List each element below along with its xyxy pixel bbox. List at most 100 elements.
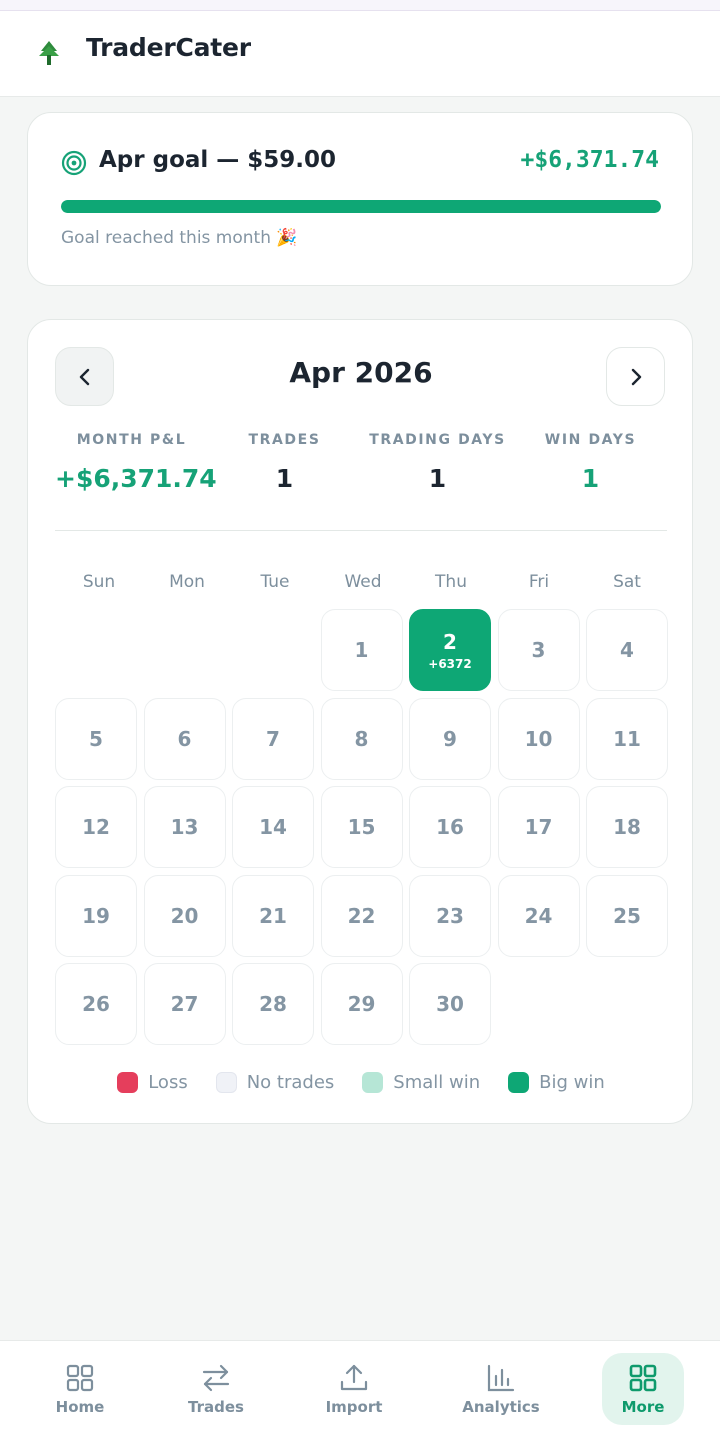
- day-number: 4: [620, 638, 634, 662]
- nav-analytics[interactable]: Analytics: [460, 1353, 542, 1425]
- calendar-day-13[interactable]: 13: [143, 786, 226, 868]
- calendar-day-11[interactable]: 11: [586, 697, 668, 780]
- stat-trading-days: TRADING DAYS 1: [361, 432, 514, 493]
- next-month-button[interactable]: [606, 347, 665, 406]
- day-number: 20: [170, 903, 199, 928]
- day-number: 19: [82, 903, 110, 928]
- bottom-navigation: Home Trades Import Analytics More: [0, 1340, 720, 1435]
- grid-icon: [66, 1364, 94, 1392]
- nav-label: Import: [325, 1398, 383, 1416]
- legend-label: Loss: [148, 1072, 188, 1093]
- day-number: 25: [613, 903, 641, 928]
- stat-month-pnl: MONTH P&L +$6,371.74: [55, 432, 217, 493]
- calendar-day-29[interactable]: 29: [320, 963, 403, 1045]
- nav-trades[interactable]: Trades: [175, 1353, 257, 1425]
- calendar-day-27[interactable]: 27: [143, 963, 226, 1045]
- nav-label: More: [621, 1398, 665, 1416]
- day-number: 29: [347, 992, 376, 1016]
- target-icon: [61, 150, 87, 176]
- weekday-label: Sat: [613, 572, 641, 592]
- legend-label: Small win: [393, 1072, 481, 1093]
- legend-swatch: [117, 1072, 139, 1093]
- stat-win-days: WIN DAYS 1: [514, 432, 667, 493]
- nav-label: Home: [55, 1398, 105, 1416]
- stat-label: WIN DAYS: [544, 432, 637, 448]
- day-number: 1: [354, 638, 369, 662]
- calendar-day-26[interactable]: 26: [55, 963, 137, 1045]
- nav-label: Analytics: [462, 1398, 540, 1416]
- calendar-day-10[interactable]: 10: [497, 697, 580, 780]
- nav-import[interactable]: Import: [313, 1353, 395, 1425]
- calendar-day-28[interactable]: 28: [232, 963, 314, 1045]
- day-number: 6: [177, 726, 192, 751]
- day-number: 7: [266, 726, 280, 751]
- month-title: Apr 2026: [289, 356, 433, 389]
- calendar-day-3[interactable]: 3: [497, 609, 580, 691]
- calendar-day-7[interactable]: 7: [232, 697, 314, 780]
- weekday-label: Tue: [260, 572, 290, 592]
- legend-swatch: [362, 1072, 384, 1093]
- calendar-day-6[interactable]: 6: [143, 697, 226, 780]
- calendar-day-15[interactable]: 15: [320, 786, 403, 868]
- day-number: 17: [524, 815, 553, 839]
- day-number: 16: [436, 815, 464, 839]
- stat-label: TRADES: [248, 432, 321, 448]
- calendar-day-16[interactable]: 16: [409, 786, 491, 868]
- day-number: 11: [613, 726, 641, 751]
- browser-top-strip: [0, 0, 720, 11]
- calendar-day-23[interactable]: 23: [409, 874, 491, 957]
- day-number: 8: [354, 726, 369, 751]
- calendar-day-30[interactable]: 30: [409, 963, 491, 1045]
- weekday-label: Fri: [528, 572, 550, 592]
- goal-title: Apr goal — $59.00: [99, 147, 337, 173]
- calendar-day-19[interactable]: 19: [55, 874, 137, 957]
- monthly-goal-card: Apr goal — $59.00 +$6,371.74 Goal reache…: [27, 112, 693, 286]
- day-number: 23: [436, 903, 464, 928]
- stats-divider: [55, 530, 667, 531]
- upload-icon: [340, 1364, 368, 1391]
- nav-home[interactable]: Home: [39, 1353, 121, 1425]
- stat-value: 1: [581, 464, 600, 493]
- weekday-label: Sun: [82, 572, 116, 592]
- day-pnl: +6372: [428, 656, 472, 671]
- app-brand[interactable]: TraderCater: [86, 33, 251, 62]
- calendar-day-17[interactable]: 17: [497, 786, 580, 868]
- calendar-day-20[interactable]: 20: [143, 874, 226, 957]
- calendar-day-9[interactable]: 9: [409, 697, 491, 780]
- weekday-header: Sun Mon Tue Wed Thu Fri Sat: [55, 572, 671, 592]
- calendar-day-5[interactable]: 5: [55, 697, 137, 780]
- stat-trades: TRADES 1: [208, 432, 361, 493]
- goal-status-note: Goal reached this month 🎉: [61, 228, 298, 248]
- calendar-day-4[interactable]: 4: [586, 609, 668, 691]
- day-number: 22: [347, 903, 376, 928]
- day-number: 24: [524, 903, 553, 928]
- legend-swatch: [508, 1072, 530, 1093]
- legend-item-loss: Loss: [117, 1072, 188, 1093]
- stat-value: 1: [428, 464, 447, 493]
- calendar-day-18[interactable]: 18: [586, 786, 668, 868]
- day-number: 28: [259, 992, 287, 1016]
- calendar-day-22[interactable]: 22: [320, 874, 403, 957]
- calendar-day-1[interactable]: 1: [320, 609, 403, 691]
- legend-item-big-win: Big win: [508, 1072, 605, 1093]
- calendar-day-2[interactable]: 2 +6372: [409, 609, 491, 691]
- stat-label: TRADING DAYS: [369, 432, 506, 448]
- day-number: 10: [524, 726, 553, 751]
- goal-progress-bar: [61, 200, 661, 213]
- stat-value: 1: [275, 464, 294, 493]
- day-number: 26: [82, 992, 110, 1016]
- day-number: 30: [436, 992, 464, 1016]
- nav-more[interactable]: More: [602, 1353, 684, 1425]
- calendar-day-12[interactable]: 12: [55, 786, 137, 868]
- calendar-day-8[interactable]: 8: [320, 697, 403, 780]
- calendar-day-21[interactable]: 21: [232, 874, 314, 957]
- legend-item-no-trades: No trades: [215, 1072, 334, 1093]
- calendar-day-25[interactable]: 25: [586, 874, 668, 957]
- calendar-day-14[interactable]: 14: [232, 786, 314, 868]
- chevron-right-icon: [631, 368, 641, 385]
- day-number: 13: [170, 815, 199, 839]
- day-number: 21: [259, 903, 287, 928]
- pnl-calendar-card: Apr 2026 MONTH P&L +$6,371.74 TRADES 1 T…: [27, 319, 693, 1124]
- day-number: 3: [531, 638, 546, 662]
- calendar-day-24[interactable]: 24: [497, 874, 580, 957]
